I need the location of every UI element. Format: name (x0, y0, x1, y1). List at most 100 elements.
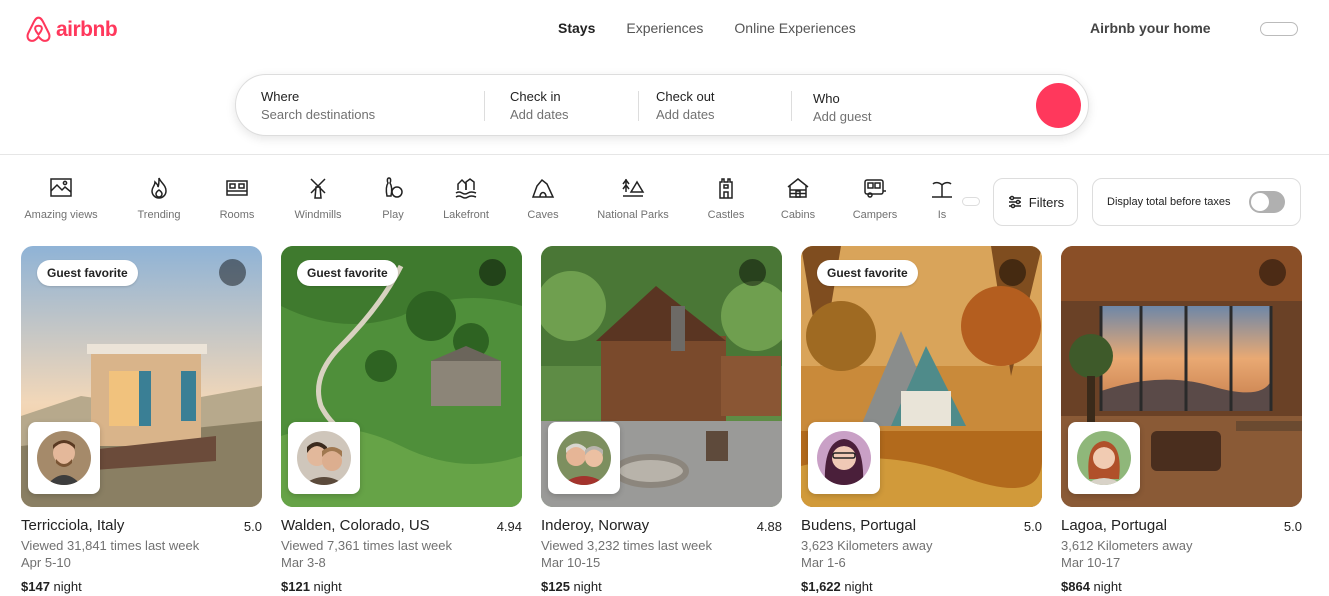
category-castles[interactable]: Castles (707, 170, 745, 221)
tab-experiences[interactable]: Experiences (626, 20, 703, 36)
rating-value: 5.0 (1023, 519, 1042, 534)
listing-price: $1,622 night (801, 579, 1042, 594)
category-windmills[interactable]: Windmills (291, 170, 345, 221)
category-campers[interactable]: Campers (852, 170, 898, 221)
site-header: airbnb Stays Experiences Online Experien… (0, 0, 1329, 155)
category-play[interactable]: Play (380, 170, 406, 221)
cave-icon (531, 178, 555, 198)
listing-photo[interactable] (1061, 246, 1302, 507)
host-avatar (557, 431, 611, 485)
listing-subtitle: Viewed 7,361 times last week (281, 538, 453, 553)
listing-card[interactable]: Guest favorite Terricciola, Italy 5.0 Vi… (21, 246, 262, 594)
user-menu-button[interactable] (1260, 22, 1298, 36)
listing-title: Budens, Portugal (801, 517, 917, 534)
listing-subtitle: Viewed 31,841 times last week (21, 538, 200, 553)
listing-rating: 5.0 (1024, 519, 1042, 534)
display-total-toggle-container[interactable]: Display total before taxes (1092, 178, 1301, 226)
listing-dates: Mar 3-8 (281, 555, 326, 570)
display-total-toggle[interactable] (1249, 191, 1285, 213)
listing-price: $125 night (541, 579, 782, 594)
airbnb-your-home-link[interactable]: Airbnb your home (1090, 20, 1211, 36)
category-cabins[interactable]: Cabins (780, 170, 816, 221)
category-lakefront[interactable]: Lakefront (440, 170, 492, 221)
save-heart-icon[interactable] (479, 259, 506, 286)
category-label: Castles (707, 209, 745, 221)
listing-card[interactable]: Lagoa, Portugal 5.0 3,612 Kilometers awa… (1061, 246, 1302, 594)
category-amazing-views[interactable]: Amazing views (23, 170, 99, 221)
category-label: Trending (137, 209, 181, 221)
listing-dates: Mar 10-17 (1061, 555, 1121, 570)
filters-label: Filters (1028, 194, 1065, 210)
save-heart-icon[interactable] (999, 259, 1026, 286)
host-avatar (1077, 431, 1131, 485)
check-out-label: Check out (656, 89, 715, 104)
guest-favorite-badge: Guest favorite (817, 260, 918, 286)
host-avatar (37, 431, 91, 485)
listing-photo[interactable]: Guest favorite (801, 246, 1042, 507)
listing-title: Terricciola, Italy (21, 517, 125, 534)
save-heart-icon[interactable] (219, 259, 246, 286)
listing-dates: Apr 5-10 (21, 555, 71, 570)
category-rooms[interactable]: Rooms (218, 170, 256, 221)
sliders-icon (1008, 195, 1021, 209)
category-bar: Amazing views Trending Rooms Windmills P… (0, 170, 960, 230)
listing-dates: Mar 1-6 (801, 555, 846, 570)
listing-info: Terricciola, Italy 5.0 Viewed 31,841 tim… (21, 517, 262, 594)
listing-card[interactable]: Guest favorite Walden, Colorado, US 4.94… (281, 246, 522, 594)
windmill-icon (310, 178, 326, 199)
search-where[interactable]: Where Search destinations (261, 89, 375, 122)
search-divider (484, 91, 485, 121)
category-label: Is (937, 209, 947, 221)
listing-card[interactable]: Guest favorite Budens, Portugal 5.0 3,62… (801, 246, 1042, 594)
guest-favorite-badge: Guest favorite (37, 260, 138, 286)
price-unit: night (844, 579, 873, 594)
brand-name: airbnb (56, 17, 118, 41)
listing-info: Budens, Portugal 5.0 3,623 Kilometers aw… (801, 517, 1042, 594)
amazing-views-icon (50, 178, 72, 197)
rating-value: 5.0 (1283, 519, 1302, 534)
airbnb-logo[interactable]: airbnb (25, 14, 118, 45)
host-avatar-card (1068, 422, 1140, 494)
category-islands[interactable]: Is (932, 170, 952, 221)
listing-photo[interactable] (541, 246, 782, 507)
flame-icon (151, 177, 167, 199)
search-divider (791, 91, 792, 121)
listing-info: Inderoy, Norway 4.88 Viewed 3,232 times … (541, 517, 782, 594)
tab-stays[interactable]: Stays (558, 20, 595, 36)
listing-rating: 4.94 (497, 519, 522, 534)
cabin-icon (787, 178, 809, 198)
price-amount: $125 (541, 579, 570, 594)
lakefront-icon (455, 178, 477, 199)
category-caves[interactable]: Caves (527, 170, 559, 221)
search-button[interactable] (1036, 83, 1081, 128)
tab-online-experiences[interactable]: Online Experiences (734, 20, 855, 36)
listing-rating: 5.0 (244, 519, 262, 534)
listing-photo[interactable]: Guest favorite (21, 246, 262, 507)
search-who[interactable]: Who Add guest (813, 91, 872, 124)
category-label: Play (382, 209, 404, 221)
listing-title: Walden, Colorado, US (281, 517, 430, 534)
host-avatar-card (28, 422, 100, 494)
who-input[interactable]: Add guest (813, 109, 872, 124)
category-scroll-button[interactable] (962, 197, 980, 206)
category-trending[interactable]: Trending (136, 170, 182, 221)
search-check-in[interactable]: Check in Add dates (510, 89, 569, 122)
category-label: Lakefront (443, 209, 489, 221)
host-avatar-card (288, 422, 360, 494)
price-amount: $121 (281, 579, 310, 594)
listing-subtitle: 3,612 Kilometers away (1061, 538, 1193, 553)
save-heart-icon[interactable] (739, 259, 766, 286)
check-out-input[interactable]: Add dates (656, 107, 715, 122)
filters-button[interactable]: Filters (993, 178, 1078, 226)
category-national-parks[interactable]: National Parks (596, 170, 670, 221)
listing-card[interactable]: Inderoy, Norway 4.88 Viewed 3,232 times … (541, 246, 782, 594)
save-heart-icon[interactable] (1259, 259, 1286, 286)
listing-photo[interactable]: Guest favorite (281, 246, 522, 507)
check-in-input[interactable]: Add dates (510, 107, 569, 122)
rating-value: 5.0 (243, 519, 262, 534)
category-label: Rooms (219, 209, 255, 221)
where-input[interactable]: Search destinations (261, 107, 375, 122)
search-check-out[interactable]: Check out Add dates (656, 89, 715, 122)
price-amount: $147 (21, 579, 50, 594)
listing-rating: 5.0 (1284, 519, 1302, 534)
